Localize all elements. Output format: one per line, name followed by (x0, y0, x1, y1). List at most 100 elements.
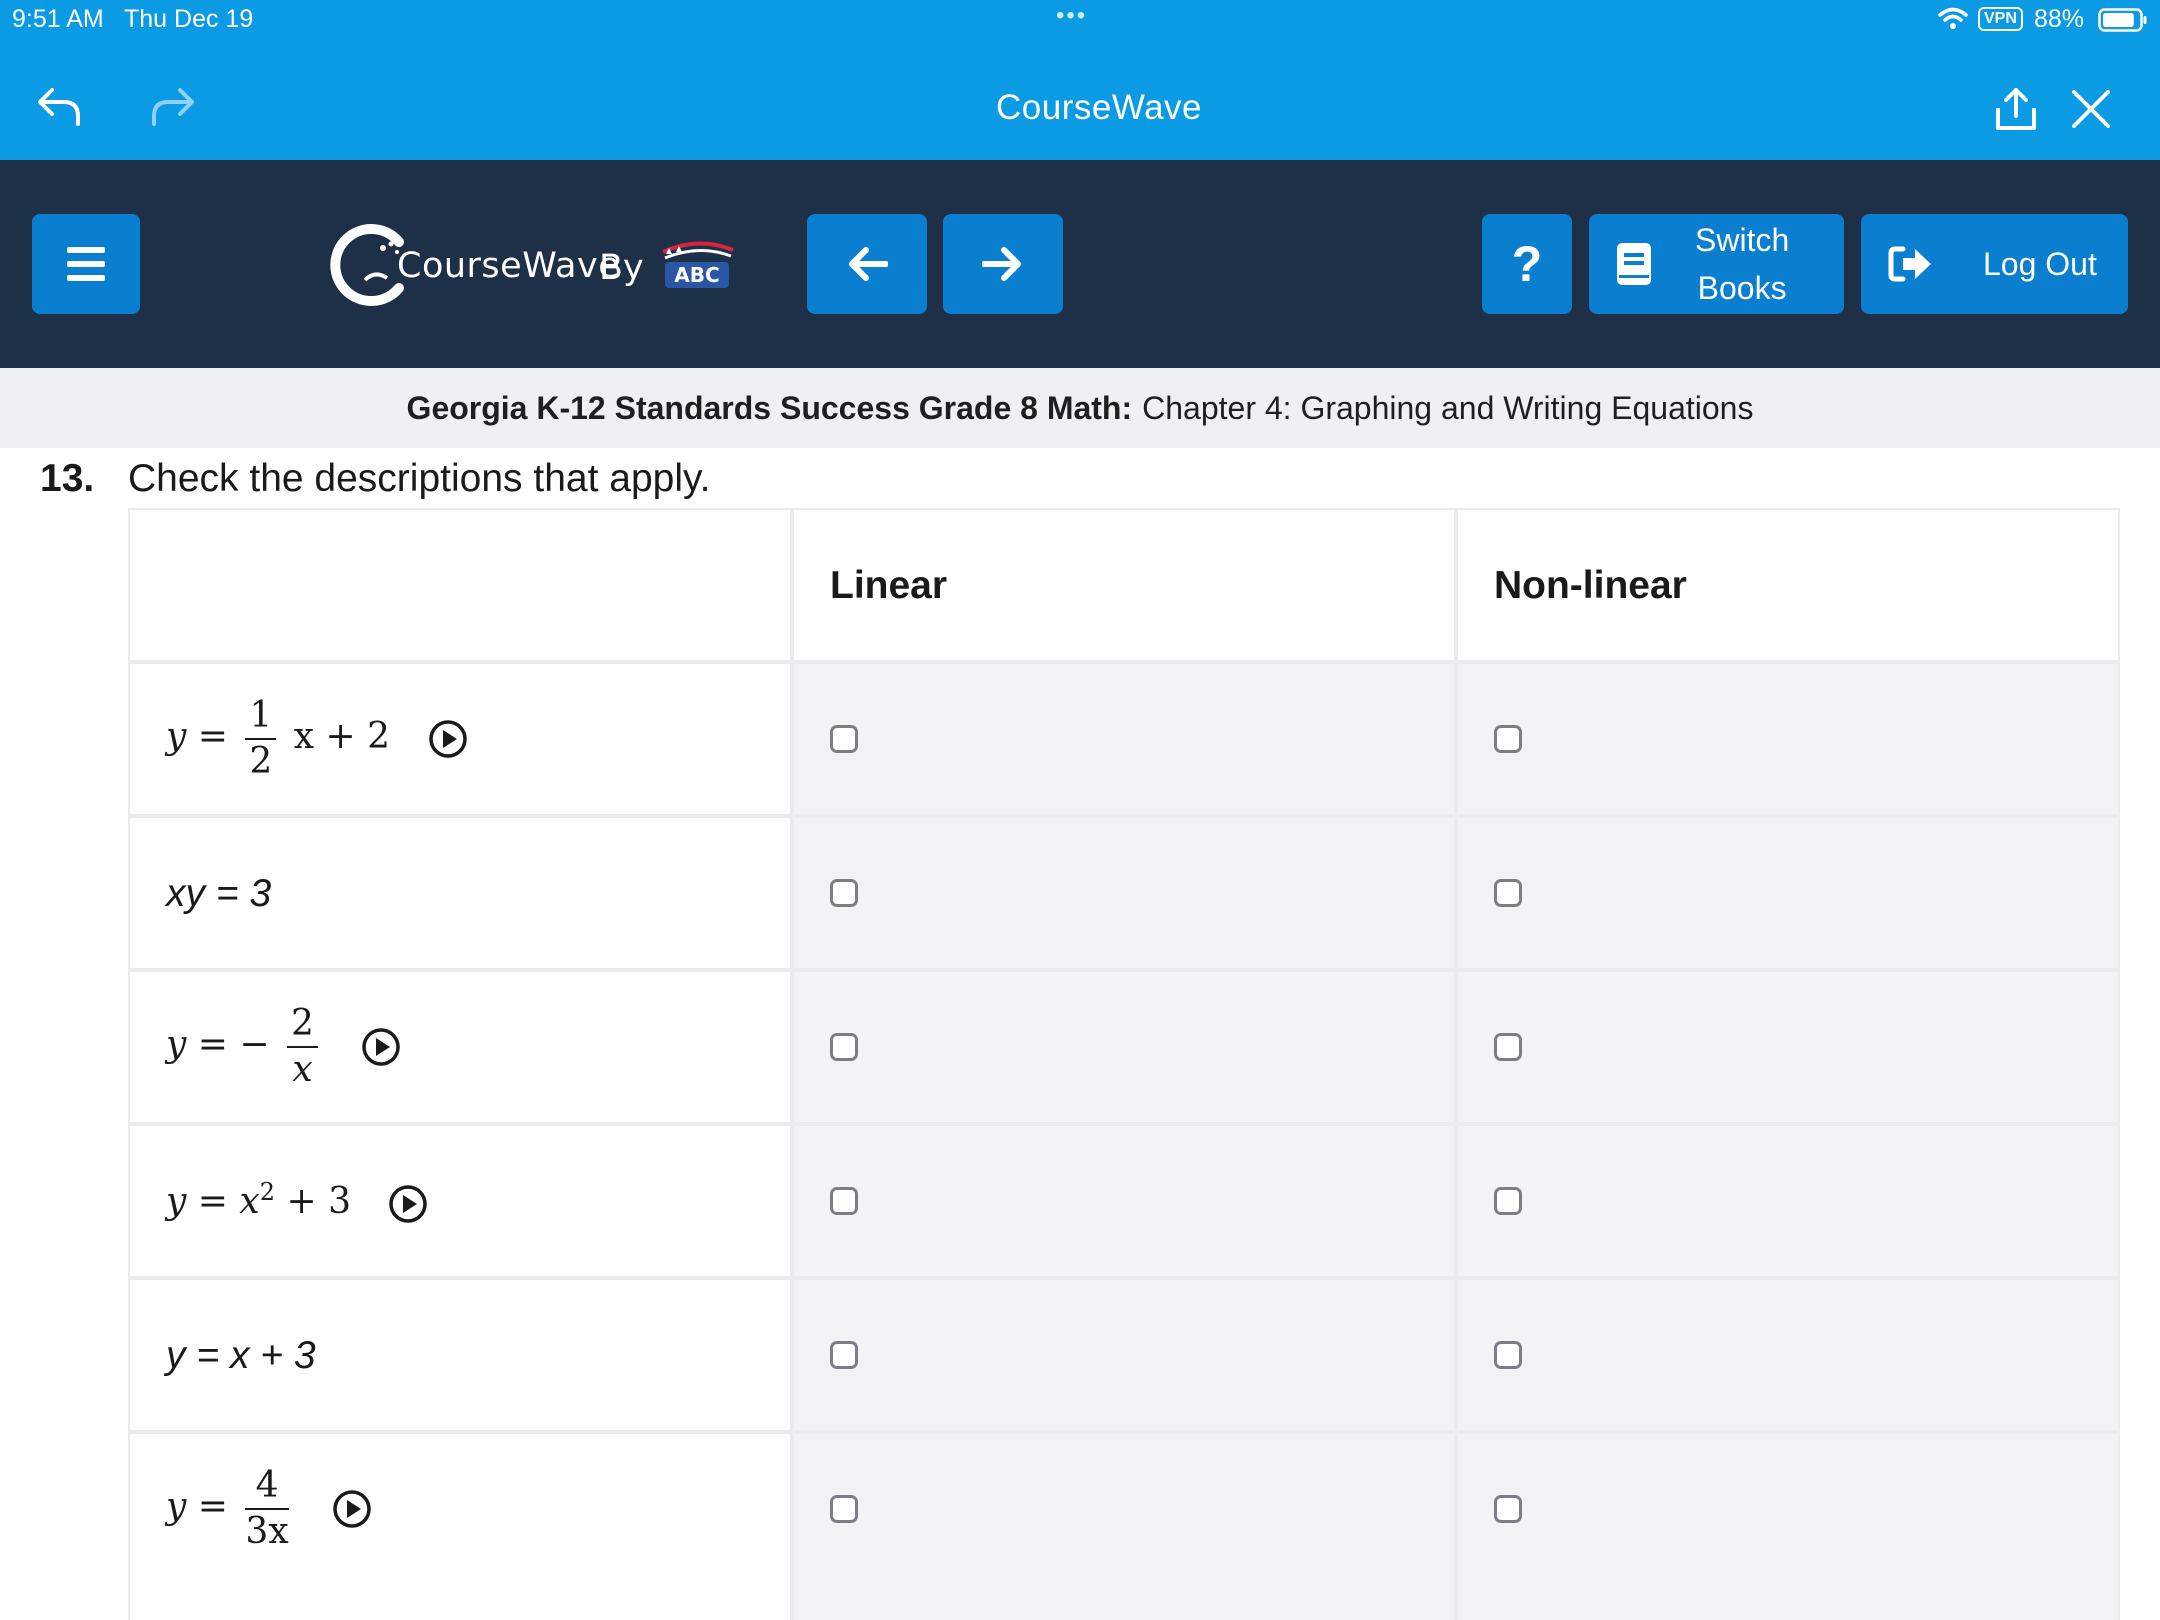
nonlinear-checkbox[interactable] (1494, 1187, 1522, 1215)
multitasking-dots-icon[interactable]: ••• (1056, 2, 1087, 30)
hamburger-icon (67, 247, 105, 281)
equation-exponent: 2 (259, 1178, 276, 1206)
answer-cell-nonlinear (1458, 818, 2118, 968)
arrow-right-icon (982, 247, 1021, 281)
column-header-linear: Linear (794, 510, 1454, 660)
abc-logo-text: ABC (674, 263, 719, 287)
question-prompt: Check the descriptions that apply. (128, 457, 711, 500)
linear-checkbox[interactable] (830, 1495, 858, 1523)
play-audio-icon[interactable] (361, 1027, 401, 1067)
play-audio-icon[interactable] (428, 719, 468, 759)
equation-lhs: y (166, 1024, 187, 1065)
linear-checkbox[interactable] (830, 879, 858, 907)
answer-cell-nonlinear (1458, 1126, 2118, 1276)
equation-lhs: y (166, 1486, 187, 1527)
nonlinear-checkbox[interactable] (1494, 879, 1522, 907)
app-bar: CourseWave (0, 40, 2160, 160)
answer-cell-linear (794, 664, 1454, 814)
sign-out-icon (1888, 246, 1931, 282)
logout-label: Log Out (1983, 246, 2097, 282)
breadcrumb-book: Georgia K-12 Standards Success Grade 8 M… (406, 389, 1133, 426)
nonlinear-checkbox[interactable] (1494, 1341, 1522, 1369)
equation-lhs: y (166, 1181, 187, 1222)
close-icon[interactable] (2070, 88, 2112, 130)
equation: xy = 3 (166, 872, 271, 916)
play-audio-icon[interactable] (332, 1489, 372, 1529)
equation: y = − 2x (166, 1002, 401, 1092)
linear-checkbox[interactable] (830, 1187, 858, 1215)
logo-text: CourseWave (397, 246, 621, 286)
equation-operator: = (197, 1181, 228, 1222)
equation-rhs: + 3 (286, 1181, 351, 1222)
help-icon: ? (1511, 236, 1543, 292)
answer-cell-linear (794, 1434, 1454, 1620)
table-row: xy = 3 (130, 818, 790, 968)
fraction-denominator: 2 (249, 741, 273, 782)
book-icon (1617, 243, 1651, 285)
battery-percent: 88% (2034, 5, 2085, 33)
share-icon[interactable] (1994, 86, 2038, 132)
answer-table: Linear Non-linear y = 12 x + 2 xy = 3 y … (128, 508, 2120, 1620)
nonlinear-checkbox[interactable] (1494, 1033, 1522, 1061)
switch-books-label: Switch Books (1695, 216, 1789, 312)
equation-text: y = x + 3 (166, 1334, 316, 1377)
coursewave-logo: CourseWave By ABC (325, 220, 735, 310)
equation: y = x2 + 3 (166, 1178, 428, 1224)
prev-page-button[interactable] (807, 214, 927, 314)
wifi-icon (1938, 7, 1968, 29)
answer-cell-nonlinear (1458, 1280, 2118, 1430)
breadcrumb: Georgia K-12 Standards Success Grade 8 M… (0, 368, 2160, 448)
fraction-denominator: 3x (245, 1511, 289, 1552)
linear-checkbox[interactable] (830, 1033, 858, 1061)
fraction-numerator: 4 (245, 1464, 289, 1510)
logout-button[interactable]: Log Out (1861, 214, 2128, 314)
arrow-left-icon (849, 247, 888, 281)
fraction: 12 (245, 694, 277, 784)
app-title: CourseWave (996, 88, 1202, 127)
answer-cell-linear (794, 818, 1454, 968)
play-audio-icon[interactable] (388, 1184, 428, 1224)
status-date: Thu Dec 19 (124, 5, 254, 33)
switch-books-button[interactable]: Switch Books (1589, 214, 1844, 314)
equation-operator: = − (197, 1024, 270, 1065)
header-empty-cell (130, 510, 790, 660)
vpn-badge: VPN (1978, 7, 2023, 31)
menu-button[interactable] (32, 214, 140, 314)
question-number: 13. (40, 457, 95, 500)
fraction-numerator: 1 (245, 694, 277, 740)
table-row: y = − 2x (130, 972, 790, 1122)
equation-rhs: x + 2 (293, 716, 391, 757)
fraction-numerator: 2 (287, 1002, 318, 1048)
linear-checkbox[interactable] (830, 1341, 858, 1369)
fraction-denominator: x (292, 1049, 313, 1090)
switch-books-label-line1: Switch (1695, 222, 1790, 258)
abc-logo: ABC (662, 241, 734, 288)
answer-cell-nonlinear (1458, 972, 2118, 1122)
status-time: 9:51 AM (12, 5, 104, 33)
nonlinear-checkbox[interactable] (1494, 1495, 1522, 1523)
table-row: y = x + 3 (130, 1280, 790, 1430)
table-row: y = x2 + 3 (130, 1126, 790, 1276)
fraction: 2x (287, 1002, 318, 1092)
answer-cell-nonlinear (1458, 1434, 2118, 1620)
fraction: 4 3x (245, 1464, 289, 1554)
answer-cell-nonlinear (1458, 664, 2118, 814)
equation-text: xy = 3 (166, 872, 272, 915)
linear-checkbox[interactable] (830, 725, 858, 753)
switch-books-label-line2: Books (1697, 270, 1787, 306)
equation-operator: = (197, 716, 228, 757)
breadcrumb-chapter: Chapter 4: Graphing and Writing Equation… (1142, 389, 1754, 426)
equation-lhs: y (166, 716, 187, 757)
column-header-nonlinear-label: Non-linear (1494, 564, 1687, 607)
answer-cell-linear (794, 1280, 1454, 1430)
equation-base: x (239, 1181, 260, 1222)
nonlinear-checkbox[interactable] (1494, 725, 1522, 753)
column-header-nonlinear: Non-linear (1458, 510, 2118, 660)
answer-cell-linear (794, 972, 1454, 1122)
status-bar: 9:51 AM Thu Dec 19 ••• VPN 88% (0, 0, 2160, 40)
help-button[interactable]: ? (1482, 214, 1572, 314)
table-row: y = 12 x + 2 (130, 664, 790, 814)
answer-cell-linear (794, 1126, 1454, 1276)
next-page-button[interactable] (943, 214, 1063, 314)
battery-icon (2098, 8, 2147, 32)
